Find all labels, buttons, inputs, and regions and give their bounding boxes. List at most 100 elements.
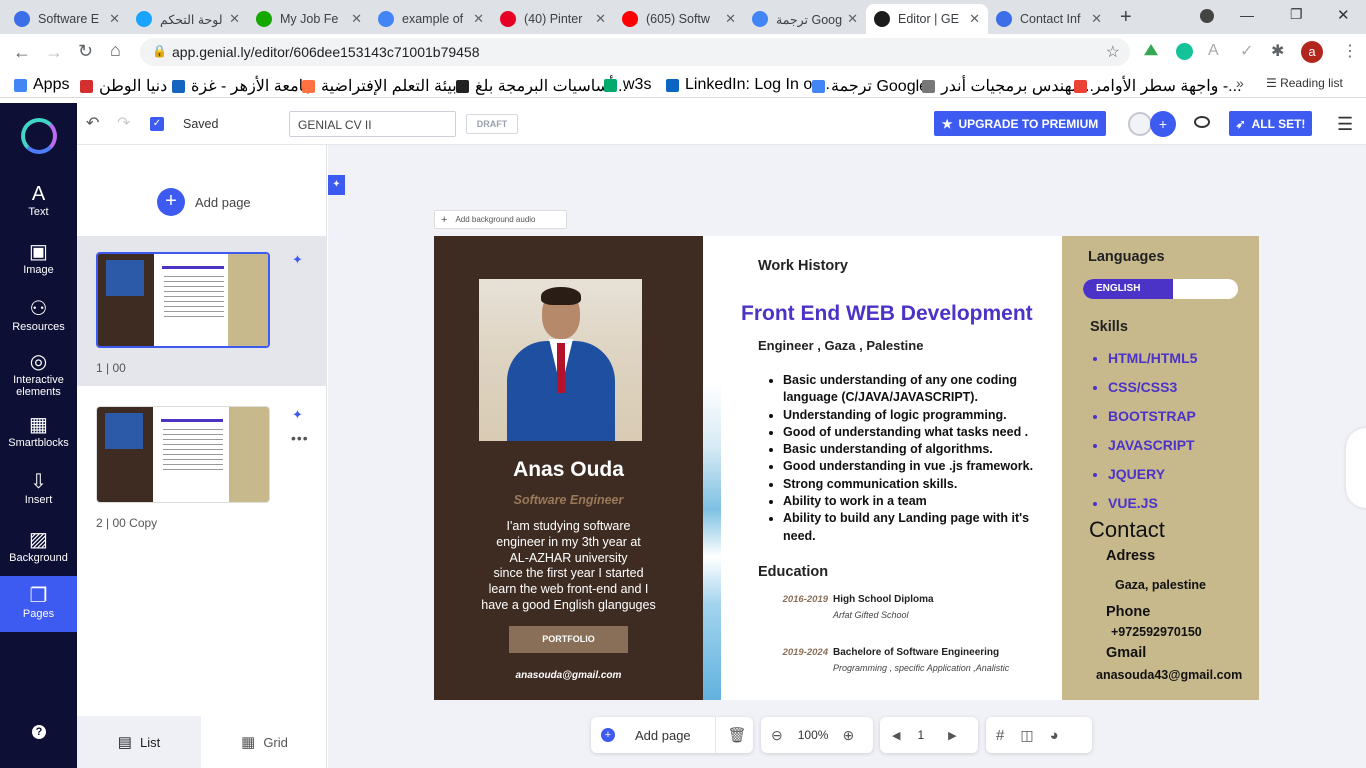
list-view-button[interactable]: ▤ List bbox=[77, 716, 201, 768]
home-icon[interactable]: ⌂ bbox=[110, 40, 121, 61]
bookmark-label: جامعة الأزهر - غزة bbox=[191, 78, 314, 95]
add-background-audio-button[interactable]: + Add background audio bbox=[434, 210, 567, 229]
reload-icon[interactable]: ↻ bbox=[78, 41, 93, 62]
tab-close-icon[interactable]: ✕ bbox=[351, 11, 362, 27]
bookmark-item[interactable]: جامعة الأزهر - غزة bbox=[172, 76, 313, 96]
new-tab-button[interactable]: + bbox=[1120, 6, 1132, 29]
browser-tab[interactable]: لوحة التحكم ✕ bbox=[128, 4, 248, 34]
redo-icon[interactable]: ↷ bbox=[117, 113, 130, 133]
magic-wand-icon[interactable]: ✦ bbox=[292, 252, 303, 268]
tab-close-icon[interactable]: ✕ bbox=[969, 11, 980, 27]
tab-close-icon[interactable]: ✕ bbox=[725, 11, 736, 27]
bookmarks-overflow-icon[interactable]: » bbox=[1236, 75, 1244, 91]
sidebar-item-interactive-elements[interactable]: ◎ Interactive elements bbox=[0, 350, 77, 398]
upgrade-label: UPGRADE TO PREMIUM bbox=[958, 116, 1099, 131]
browser-tab[interactable]: Software E ✕ bbox=[6, 4, 128, 34]
close-window-button[interactable]: ✕ bbox=[1337, 6, 1350, 24]
browser-tab[interactable]: My Job Fe ✕ bbox=[248, 4, 370, 34]
bookmark-item[interactable]: أساسيات البرمجة بلغ... bbox=[456, 76, 627, 96]
cv-headline: Front End WEB Development bbox=[741, 302, 1033, 325]
tab-close-icon[interactable]: ✕ bbox=[473, 11, 484, 27]
tab-close-icon[interactable]: ✕ bbox=[595, 11, 606, 27]
tab-search-icon[interactable] bbox=[1200, 9, 1214, 23]
browser-tab[interactable]: (40) Pinter ✕ bbox=[492, 4, 614, 34]
sidebar-item-insert[interactable]: ⇩ Insert bbox=[0, 470, 77, 506]
bookmark-item[interactable]: LinkedIn: Log In or... bbox=[666, 76, 830, 94]
undo-icon[interactable]: ↶ bbox=[86, 113, 99, 133]
minimize-button[interactable]: — bbox=[1240, 7, 1254, 23]
star-icon[interactable]: ☆ bbox=[1106, 42, 1120, 62]
sidebar-item-background[interactable]: ▨ Background bbox=[0, 528, 77, 564]
bookmark-item[interactable]: دنيا الوطن bbox=[80, 76, 167, 96]
bookmark-item[interactable]: ترجمة Google bbox=[812, 76, 928, 96]
page-thumbnail-2[interactable] bbox=[96, 406, 270, 503]
grid-view-button[interactable]: ▦ Grid bbox=[202, 716, 327, 768]
collaborator-avatar[interactable] bbox=[1128, 112, 1152, 136]
add-page-plus-icon[interactable]: + bbox=[601, 728, 615, 742]
palette-icon[interactable]: ◕ bbox=[1050, 727, 1059, 744]
page-thumbnail-1[interactable] bbox=[96, 252, 270, 348]
all-set-button[interactable]: ➶ ALL SET! bbox=[1229, 111, 1312, 136]
add-page-toolbar-button[interactable]: Add page bbox=[635, 728, 691, 743]
sidebar-item-text[interactable]: A Text bbox=[0, 182, 77, 218]
extension-check-icon[interactable]: ✓ bbox=[1240, 41, 1253, 61]
back-icon[interactable]: ← bbox=[13, 42, 31, 63]
browser-menu-icon[interactable]: ⋮ bbox=[1342, 41, 1358, 61]
browser-tab[interactable]: Contact Inf ✕ bbox=[988, 4, 1110, 34]
magic-wand-icon[interactable]: ✦ bbox=[292, 407, 303, 423]
add-collaborator-icon[interactable]: + bbox=[1150, 111, 1176, 137]
sidebar-item-pages[interactable]: ❐ Pages bbox=[0, 576, 77, 632]
project-title-input[interactable]: GENIAL CV II bbox=[289, 111, 456, 137]
split-view-icon[interactable]: ◫ bbox=[1020, 727, 1033, 744]
page-options-icon[interactable]: ••• bbox=[291, 430, 309, 446]
next-page-icon[interactable]: ▶ bbox=[948, 729, 956, 742]
zoom-out-icon[interactable]: ⊖ bbox=[771, 727, 783, 744]
sidebar-item-image[interactable]: ▣ Image bbox=[0, 240, 77, 276]
extension-a-icon[interactable]: A bbox=[1208, 42, 1219, 60]
add-page-button[interactable]: + Add page bbox=[157, 188, 251, 216]
side-expand-handle[interactable] bbox=[1346, 428, 1366, 508]
tab-close-icon[interactable]: ✕ bbox=[1091, 11, 1102, 27]
profile-avatar[interactable]: a bbox=[1301, 41, 1323, 63]
sidebar-item-resources[interactable]: ⚇ Resources bbox=[0, 297, 77, 333]
page-number-input[interactable]: 1 bbox=[917, 728, 924, 742]
extensions-puzzle-icon[interactable]: ✱ bbox=[1271, 41, 1284, 61]
browser-tab[interactable]: Editor | GE ✕ bbox=[866, 4, 988, 34]
cv-page[interactable]: Anas Ouda Software Engineer I'am studyin… bbox=[434, 236, 1259, 700]
reading-list-button[interactable]: ☰ Reading list bbox=[1266, 76, 1343, 90]
pin-icon[interactable]: ✦ bbox=[328, 175, 345, 195]
bookmark-item[interactable]: w3s bbox=[604, 76, 651, 94]
tab-favicon-icon bbox=[500, 11, 516, 27]
grid-guides-icon[interactable]: # bbox=[996, 727, 1004, 744]
smartblocks-icon: ▦ bbox=[29, 414, 48, 436]
url-input[interactable]: 🔒 app.genial.ly/editor/606dee153143c7100… bbox=[140, 38, 1130, 66]
profile-photo[interactable] bbox=[479, 279, 642, 441]
browser-tab[interactable]: (605) Softw ✕ bbox=[614, 4, 744, 34]
sidebar-item-smartblocks[interactable]: ▦ Smartblocks bbox=[0, 413, 77, 449]
zoom-in-icon[interactable]: ⊕ bbox=[842, 727, 854, 744]
about-line: learn the web front-end and I bbox=[488, 582, 649, 597]
tab-close-icon[interactable]: ✕ bbox=[847, 11, 858, 27]
upgrade-premium-button[interactable]: ★ UPGRADE TO PREMIUM bbox=[934, 111, 1106, 136]
help-button[interactable]: ? bbox=[32, 725, 46, 739]
bookmark-item[interactable]: بيئة التعلم الإفتراضية... bbox=[302, 76, 470, 96]
bookmark-item[interactable]: واجهة سطر الأوامر -... bbox=[1074, 76, 1242, 96]
all-set-label: ALL SET! bbox=[1251, 116, 1306, 131]
browser-tab[interactable]: example of ✕ bbox=[370, 4, 492, 34]
cv-email-left[interactable]: anasouda@gmail.com bbox=[434, 670, 703, 681]
genially-logo[interactable] bbox=[21, 118, 57, 154]
maximize-button[interactable]: ❐ bbox=[1290, 6, 1303, 23]
preview-eye-icon[interactable] bbox=[1194, 116, 1210, 128]
prev-page-icon[interactable]: ◀ bbox=[892, 729, 900, 742]
portfolio-button[interactable]: PORTFOLIO bbox=[509, 626, 628, 653]
tab-close-icon[interactable]: ✕ bbox=[229, 11, 240, 27]
bookmark-item[interactable]: Apps bbox=[14, 76, 69, 94]
bookmark-item[interactable]: مهندس برمجيات أندر... bbox=[922, 76, 1094, 96]
tab-close-icon[interactable]: ✕ bbox=[109, 11, 120, 27]
gmail-value[interactable]: anasouda43@gmail.com bbox=[1096, 668, 1242, 682]
menu-icon[interactable]: ☰ bbox=[1337, 114, 1353, 135]
browser-tab[interactable]: ترجمة Google ✕ bbox=[744, 4, 866, 34]
extension-grammarly-icon[interactable] bbox=[1176, 43, 1193, 60]
delete-page-icon[interactable]: 🗑 bbox=[728, 726, 747, 744]
forward-icon[interactable]: → bbox=[45, 42, 63, 63]
